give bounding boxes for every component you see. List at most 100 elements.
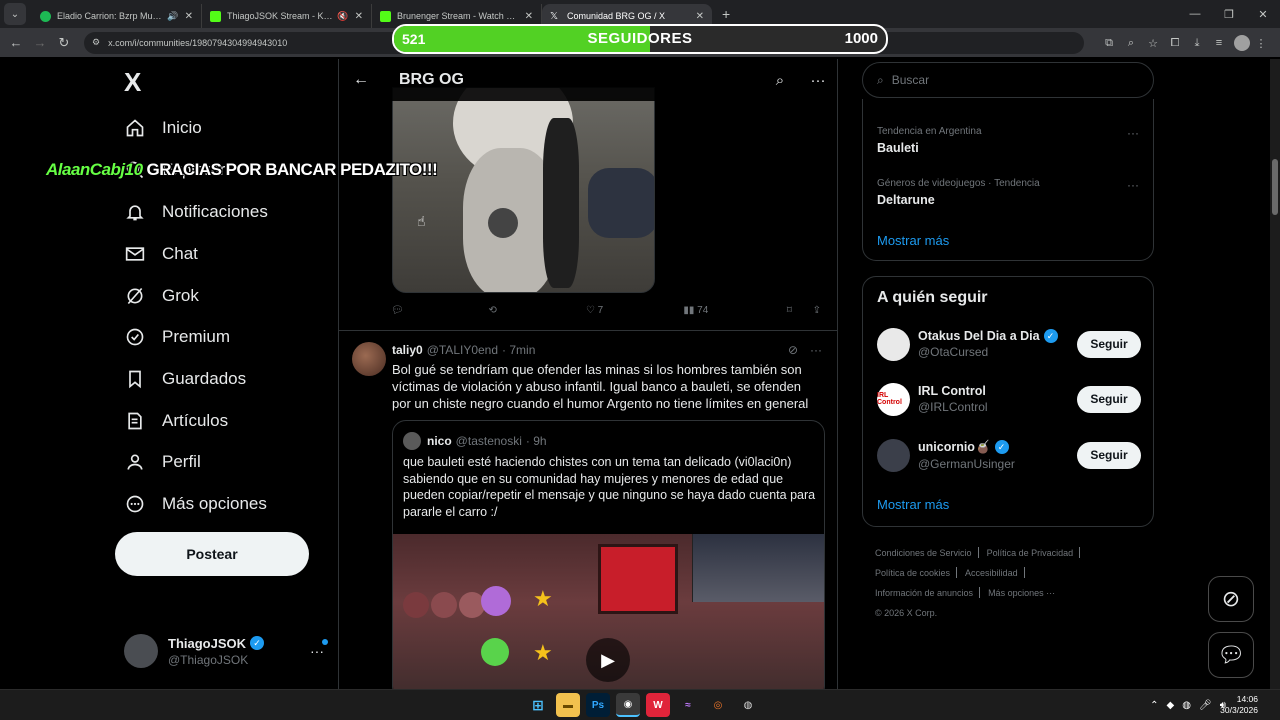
blender-icon[interactable]: ◎ [706,693,730,717]
trends-show-more-link[interactable]: Mostrar más [877,233,949,248]
bookmark-icon[interactable]: ⌑ [787,305,813,316]
bookmark-star-icon[interactable]: ☆ [1142,37,1164,50]
follow-button[interactable]: Seguir [1077,441,1141,469]
footer-link[interactable]: Accesibilidad [965,563,1018,583]
quote-video[interactable]: ★ ★ ▶ [393,534,824,689]
views-button[interactable]: ▮▮ 74 [683,305,786,316]
audio-playing-icon[interactable]: 🔊 [167,11,178,22]
search-icon[interactable]: ⌕ [761,72,799,89]
taskbar-clock[interactable]: 14:06 30/3/2026 [1220,694,1258,716]
nav-item-premium[interactable]: Premium [124,317,230,357]
microphone-icon[interactable]: 🎤︎ [1199,700,1212,711]
site-info-icon[interactable]: ⚙ [92,37,100,48]
back-arrow-icon[interactable]: ← [339,71,383,89]
nav-item-chat[interactable]: Chat [124,234,198,274]
minimize-icon[interactable]: — [1178,0,1212,28]
chrome-menu-icon[interactable]: ⋮ [1250,37,1272,50]
who-to-follow-show-more-link[interactable]: Mostrar más [877,497,949,512]
scrollbar[interactable] [1270,59,1280,689]
footer-more-link[interactable]: Más opciones ··· [988,583,1055,603]
more-dots-icon[interactable]: ··· [1127,178,1139,192]
trend-item[interactable]: Géneros de videojuegos · Tendencia Delta… [877,178,1141,207]
chrome-icon[interactable]: ◉ [616,693,640,717]
follow-button[interactable]: Seguir [1077,385,1141,413]
streaming-app-icon[interactable]: ≈ [676,693,700,717]
close-tab-icon[interactable]: ✕ [185,11,193,22]
close-tab-icon[interactable]: ✕ [355,11,363,22]
forward-icon[interactable]: → [28,35,52,50]
tab-search-button[interactable]: ⌄ [4,3,26,25]
quote-time: · 9h [525,434,547,448]
footer-link[interactable]: Política de cookies [875,563,950,583]
hand-cursor-icon: ☝ [417,213,426,229]
more-dots-icon[interactable]: ··· [310,639,328,659]
kick-favicon-icon [380,10,391,22]
repost-icon[interactable]: ⟲ [488,305,585,316]
muted-icon[interactable]: 🔇 [337,11,348,22]
bell-icon [124,201,146,223]
footer-link[interactable]: Información de anuncios [875,583,973,603]
follow-suggestion[interactable]: unicornio🧉 ✓ @GermanUsinger Seguir [877,435,1141,475]
post-button[interactable]: Postear [115,532,309,576]
grok-icon[interactable]: ⊘ [788,343,798,357]
account-switcher[interactable]: ThiagoJSOK ✓ @ThiagoJSOK ··· [124,631,328,671]
more-dots-icon[interactable]: ··· [1127,126,1139,140]
extensions-icon[interactable]: ⧠ [1164,37,1186,50]
avatar[interactable] [352,342,386,376]
post-author-handle[interactable]: @TALIY0end [427,343,498,357]
follow-suggestion[interactable]: IRL Control IRL Control @IRLControl Segu… [877,379,1141,419]
windows-start-icon[interactable]: ⊞ [526,693,550,717]
post-time[interactable]: · 7min [502,343,535,357]
back-icon[interactable]: ← [4,35,28,50]
like-button[interactable]: ♡ 7 [586,305,683,316]
close-window-icon[interactable]: ✕ [1246,0,1280,28]
x-logo-icon[interactable]: X [124,67,141,98]
close-tab-icon[interactable]: ✕ [525,11,533,22]
close-tab-icon[interactable]: ✕ [696,11,704,22]
nav-item-notificaciones[interactable]: Notificaciones [124,192,268,232]
trend-item[interactable]: Tendencia en Argentina Bauleti ··· [877,126,1141,155]
more-dots-icon[interactable]: ··· [810,343,822,357]
nav-item-inicio[interactable]: Inicio [124,108,202,148]
new-tab-icon[interactable]: + [722,6,730,22]
x-community-page: X Inicio Explorar Notificaciones Chat Gr… [0,59,1280,689]
nav-item-perfil[interactable]: Perfil [124,442,201,482]
follow-button[interactable]: Seguir [1077,330,1141,358]
nav-item-grok[interactable]: Grok [124,276,199,316]
photoshop-icon[interactable]: Ps [586,693,610,717]
scrollbar-thumb[interactable] [1272,159,1278,215]
follow-suggestion[interactable]: Otakus Del Dia a Dia ✓ @OtaCursed Seguir [877,324,1141,364]
share-icon[interactable]: ⇪ [813,305,821,316]
profile-avatar-icon[interactable] [1234,35,1250,51]
reload-icon[interactable]: ↻ [52,35,76,51]
nav-item-guardados[interactable]: Guardados [124,359,246,399]
chat-fab-icon[interactable]: 💬︎ [1208,632,1254,678]
play-icon[interactable]: ▶ [586,638,630,682]
tray-app-icon[interactable]: ◍ [1182,700,1191,711]
tray-app-icon[interactable]: ◆ [1167,700,1175,711]
browser-tab-1[interactable]: Eladio Carrion: Bzrp Music 🔊 ✕ [32,4,202,28]
maximize-icon[interactable]: ❐ [1212,0,1246,28]
browser-tab-2[interactable]: ThiagoJSOK Stream - Kick 🔇 ✕ [202,4,372,28]
obs-icon[interactable]: ◍ [736,693,760,717]
reply-icon[interactable]: 💬︎ [391,305,488,316]
install-app-icon[interactable]: ⧉ [1098,37,1120,50]
post-author-name[interactable]: taliy0 [392,343,423,357]
footer-link[interactable]: Condiciones de Servicio [875,543,972,563]
file-explorer-icon[interactable]: ▬ [556,693,580,717]
reading-list-icon[interactable]: ≡ [1208,37,1230,49]
search-input[interactable]: ⌕ Buscar [862,62,1154,98]
download-icon[interactable]: ⤓ [1186,37,1208,50]
suggestion-name-row: unicornio🧉 ✓ [918,440,1077,455]
footer-link[interactable]: Política de Privacidad [987,543,1074,563]
grok-fab-icon[interactable]: ⊘ [1208,576,1254,622]
more-dots-icon[interactable]: ··· [799,72,837,89]
view-count: 74 [697,305,709,316]
quoted-post[interactable]: nico @tastenoski · 9h que bauleti esté h… [392,420,825,689]
nav-item-articulos[interactable]: Artículos [124,401,228,441]
nav-item-mas-opciones[interactable]: Más opciones [124,484,267,524]
post-image[interactable] [392,87,655,293]
wps-icon[interactable]: W [646,693,670,717]
tray-chevron-icon[interactable]: ⌃ [1150,700,1158,711]
zoom-icon[interactable]: ⌕ [1120,37,1142,50]
